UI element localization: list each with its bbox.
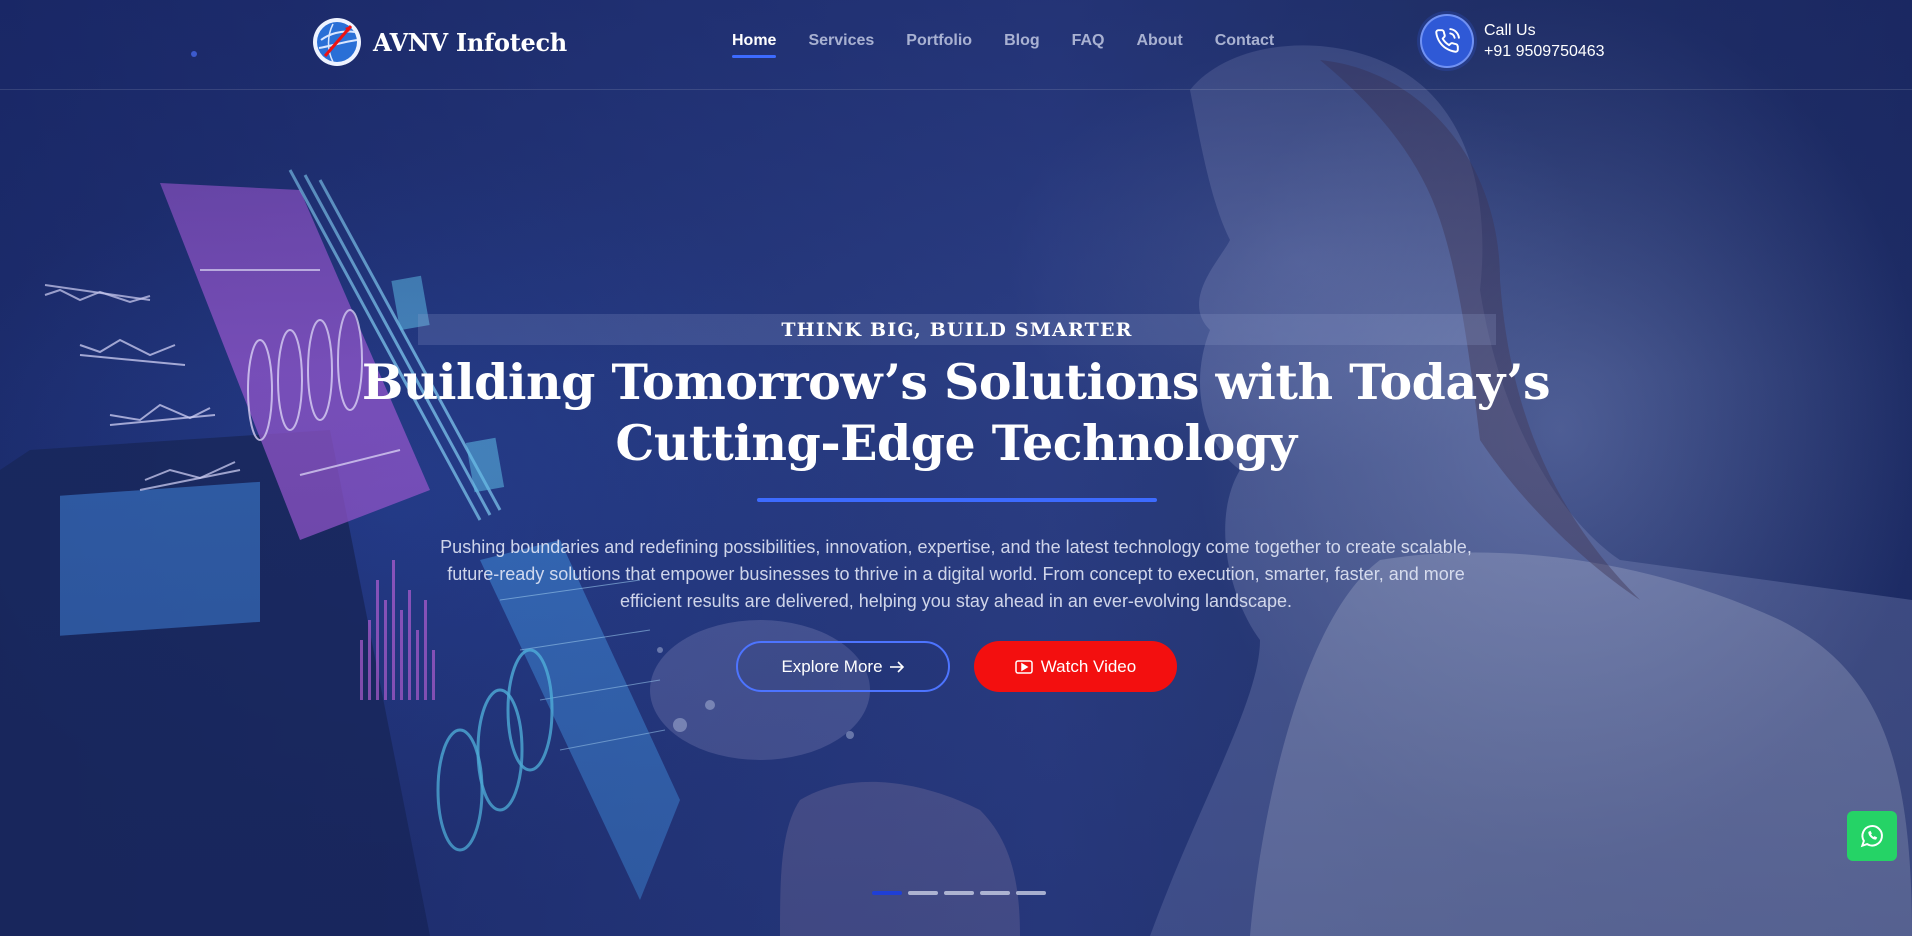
phone-number[interactable]: +91 9509750463	[1484, 41, 1605, 62]
globe-logo-icon	[313, 18, 361, 66]
slider-dot-5[interactable]	[1016, 891, 1046, 895]
nav-link-portfolio[interactable]: Portfolio	[906, 32, 972, 58]
brand-link[interactable]: AVNV Infotech	[311, 16, 567, 68]
watch-video-label: Watch Video	[1040, 656, 1137, 676]
nav-link-services[interactable]: Services	[808, 32, 874, 58]
slider-dots	[872, 891, 1046, 895]
nav-link-home[interactable]: Home	[732, 32, 777, 58]
nav-link-contact[interactable]: Contact	[1215, 32, 1275, 58]
headline-divider	[757, 498, 1157, 502]
hero-tagline: THINK BIG, BUILD SMARTER	[781, 318, 1133, 341]
call-us-box[interactable]: Call Us +91 9509750463	[1420, 14, 1605, 68]
whatsapp-icon	[1860, 825, 1883, 848]
play-icon	[1015, 659, 1033, 674]
slider-dot-2[interactable]	[908, 891, 938, 895]
watch-video-button[interactable]: Watch Video	[974, 641, 1177, 692]
whatsapp-button[interactable]	[1847, 811, 1897, 861]
nav-link-about[interactable]: About	[1137, 32, 1183, 58]
hero-description: Pushing boundaries and redefining possib…	[440, 537, 1472, 611]
hero-headline: Building Tomorrow’s Solutions with Today…	[356, 352, 1556, 474]
site-header: AVNV Infotech Home Services Portfolio Bl…	[0, 0, 1912, 90]
main-nav: Home Services Portfolio Blog FAQ About C…	[732, 32, 1274, 58]
call-label: Call Us	[1484, 22, 1536, 39]
slider-dot-4[interactable]	[980, 891, 1010, 895]
phone-icon	[1420, 14, 1474, 68]
slider-dot-3[interactable]	[944, 891, 974, 895]
nav-link-faq[interactable]: FAQ	[1072, 32, 1105, 58]
headline-line-2: Cutting-Edge Technology	[615, 414, 1297, 472]
explore-more-label: Explore More	[781, 656, 883, 676]
slider-dot-1[interactable]	[872, 891, 902, 895]
explore-more-button[interactable]: Explore More	[736, 641, 950, 692]
nav-link-blog[interactable]: Blog	[1004, 32, 1040, 58]
call-text: Call Us +91 9509750463	[1484, 20, 1605, 62]
arrow-right-icon	[889, 660, 904, 673]
brand-name: AVNV Infotech	[373, 27, 567, 57]
headline-line-1: Building Tomorrow’s Solutions with Today…	[361, 353, 1551, 411]
tagline-bar: THINK BIG, BUILD SMARTER	[418, 314, 1496, 345]
